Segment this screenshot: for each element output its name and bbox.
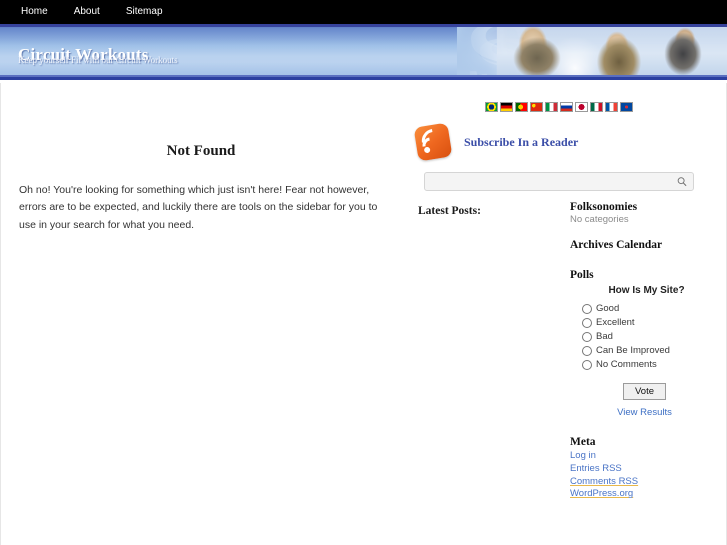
subscribe-widget: Subscribe In a Reader <box>413 122 578 162</box>
poll-option[interactable]: Good <box>582 303 713 314</box>
nav-item-sitemap[interactable]: Sitemap <box>113 0 176 24</box>
poll-question: How Is My Site? <box>608 285 685 296</box>
poll-option-label: Bad <box>596 331 613 342</box>
poll-option[interactable]: Excellent <box>582 317 713 328</box>
poll-option[interactable]: Can Be Improved <box>582 345 713 356</box>
page-root: Home About Sitemap $ $ Circuit Workouts … <box>0 0 727 545</box>
nav-item-home[interactable]: Home <box>8 0 61 24</box>
poll-radio-0[interactable] <box>582 303 592 314</box>
poll-radio-1[interactable] <box>582 317 592 328</box>
widget-meta: Meta Log in Entries RSS Comments RSS WordPr… <box>570 436 713 501</box>
widget-folksonomies: Folksonomies No categories <box>570 201 713 225</box>
folksonomies-title: Folksonomies <box>570 201 638 213</box>
view-results-link[interactable]: View Results <box>576 407 713 418</box>
nav-list: Home About Sitemap <box>0 0 727 24</box>
subscribe-link[interactable]: Subscribe In a Reader <box>464 135 578 150</box>
nav-item-home-wrap: Home <box>8 0 61 24</box>
vote-button[interactable]: Vote <box>622 383 667 400</box>
flag-germany[interactable] <box>500 102 513 112</box>
poll-option-label: No Comments <box>596 359 657 370</box>
flag-japan[interactable] <box>575 102 588 112</box>
meta-link-comments-rss[interactable]: Comments RSS <box>570 476 713 489</box>
flag-korea[interactable] <box>620 102 633 112</box>
folksonomies-empty-text: No categories <box>570 214 629 225</box>
not-found-message: Oh no! You're looking for something whic… <box>19 184 378 231</box>
archives-calendar-title: Archives Calendar <box>570 239 663 251</box>
polls-title: Polls <box>570 269 594 281</box>
flag-portugal[interactable] <box>515 102 528 112</box>
banner-people-photo <box>497 24 727 77</box>
poll-radio-2[interactable] <box>582 331 592 342</box>
poll-option-label: Can Be Improved <box>596 345 670 356</box>
meta-link-log-in[interactable]: Log in <box>570 450 713 463</box>
nav-item-sitemap-wrap: Sitemap <box>113 0 176 24</box>
poll-option[interactable]: No Comments <box>582 359 713 370</box>
search-input[interactable] <box>425 176 671 187</box>
site-banner: $ $ Circuit Workouts Keep yourself Fit w… <box>0 24 727 80</box>
site-tagline: Keep yourself Fit with our Circuit Worko… <box>18 55 178 65</box>
meta-link-list: Log in Entries RSS Comments RSS WordPress.o… <box>570 450 713 501</box>
top-navigation-bar: Home About Sitemap <box>0 0 727 24</box>
meta-link-wordpress-org[interactable]: WordPress.org <box>570 488 713 501</box>
language-flag-bar <box>485 102 633 112</box>
widget-archives-calendar: Archives Calendar <box>570 239 713 269</box>
flag-china[interactable] <box>530 102 543 112</box>
poll-radio-3[interactable] <box>582 345 592 356</box>
search-icon <box>677 177 687 187</box>
poll-option-label: Good <box>596 303 620 314</box>
latest-posts-label: Latest Posts: <box>418 205 481 217</box>
flag-france[interactable] <box>605 102 618 112</box>
nav-item-about-wrap: About <box>61 0 113 24</box>
banner-top-border <box>0 24 727 27</box>
widget-polls: Polls How Is My Site? Good Excellent Bad Ca… <box>570 269 713 418</box>
search-button[interactable] <box>671 173 693 190</box>
poll-radio-4[interactable] <box>582 359 592 370</box>
rss-feed-icon[interactable] <box>413 122 453 162</box>
archives-spacer <box>570 252 713 269</box>
poll-option-label: Excellent <box>596 317 635 328</box>
flag-brazil[interactable] <box>485 102 498 112</box>
vote-button-wrap: Vote <box>576 381 713 400</box>
meta-title: Meta <box>570 436 596 448</box>
flag-mexico[interactable] <box>590 102 603 112</box>
search-box[interactable] <box>424 172 694 191</box>
sidebar-widgets: Folksonomies No categories Archives Cale… <box>570 201 713 501</box>
poll-option-list: Good Excellent Bad Can Be Improved No Commen… <box>570 303 713 370</box>
content-wrapper: Not Found Oh no! You're looking for some… <box>0 83 727 545</box>
flag-russia[interactable] <box>560 102 573 112</box>
main-content-column: Not Found Oh no! You're looking for some… <box>1 83 401 234</box>
nav-item-about[interactable]: About <box>61 0 113 24</box>
flag-italy[interactable] <box>545 102 558 112</box>
meta-link-entries-rss[interactable]: Entries RSS <box>570 463 713 476</box>
poll-option[interactable]: Bad <box>582 331 713 342</box>
banner-bottom-border <box>0 75 727 77</box>
page-title: Not Found <box>166 143 236 159</box>
